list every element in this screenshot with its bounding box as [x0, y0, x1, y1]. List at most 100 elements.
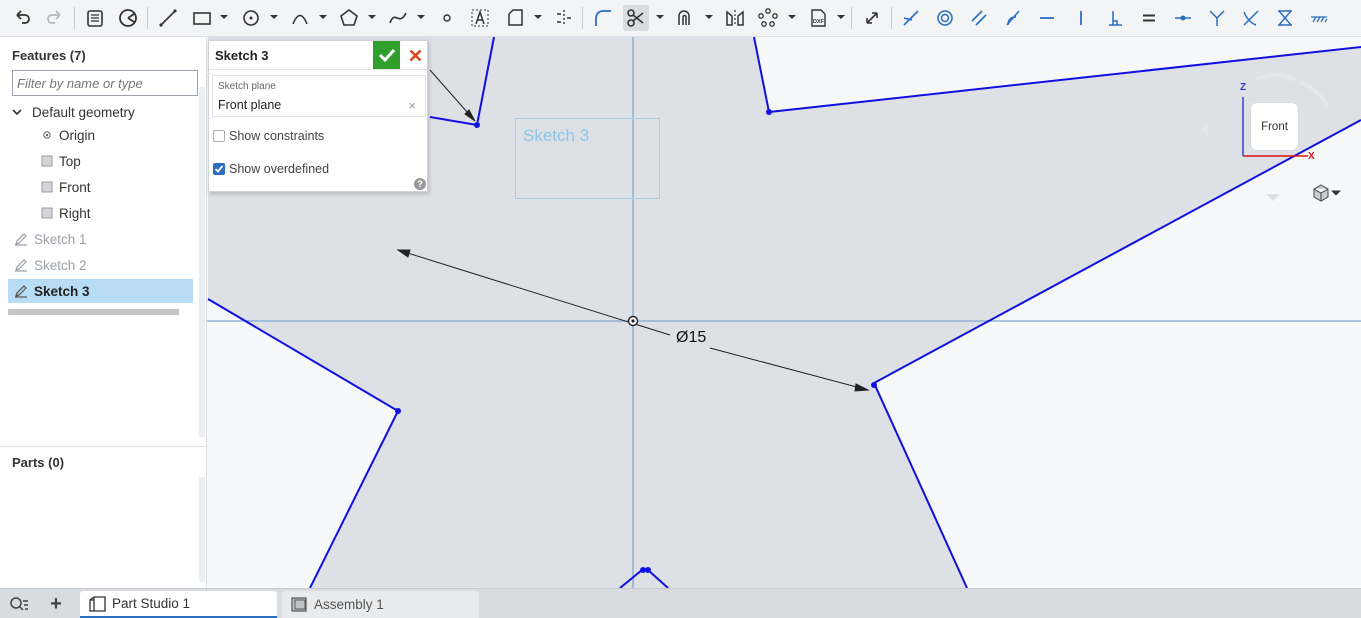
dimension-value-label[interactable]: Ø15 [674, 329, 709, 347]
trim-icon[interactable] [623, 5, 649, 31]
mirror-icon[interactable] [722, 5, 748, 31]
arc-tool-icon[interactable] [287, 5, 313, 31]
tree-item-sketch-3[interactable]: Sketch 3 [8, 279, 193, 303]
horizontal-icon[interactable] [1034, 5, 1060, 31]
tree-item-top[interactable]: Top [8, 149, 193, 173]
cancel-button[interactable] [402, 41, 428, 69]
tree-item-sketch-1[interactable]: Sketch 1 [8, 227, 193, 251]
accept-button[interactable] [373, 41, 400, 69]
midpoint-icon[interactable] [1170, 5, 1196, 31]
axis-x-label: X [1308, 151, 1315, 162]
tab-assembly[interactable]: Assembly 1 [282, 591, 479, 618]
chevron-down-icon[interactable] [220, 13, 228, 21]
sketch-toolbar: DXF [0, 0, 1361, 37]
toolbar-separator [582, 7, 583, 29]
midpoint-line-icon[interactable] [551, 5, 577, 31]
construction-icon[interactable] [502, 5, 528, 31]
chevron-down-icon[interactable] [788, 13, 796, 21]
dxf-import-icon[interactable]: DXF [805, 5, 831, 31]
sketch-plane-field[interactable]: Sketch plane Front plane × [212, 75, 426, 117]
undo-icon[interactable] [9, 5, 35, 31]
dxf-label: DXF [813, 19, 825, 25]
chevron-down-icon[interactable] [270, 13, 278, 21]
line-tool-icon[interactable] [155, 5, 181, 31]
tangent-icon[interactable] [1000, 5, 1026, 31]
add-tab-button[interactable]: + [46, 594, 66, 614]
cube-face-front[interactable]: Front [1251, 103, 1298, 150]
normal-icon[interactable] [1204, 5, 1230, 31]
chevron-down-icon[interactable] [534, 13, 542, 21]
chevron-down-icon[interactable] [8, 103, 26, 121]
sketch-point[interactable] [766, 109, 772, 115]
pattern-icon[interactable] [755, 5, 781, 31]
show-constraints-label: Show constraints [229, 129, 325, 143]
polygon-tool-icon[interactable] [336, 5, 362, 31]
origin-dot [631, 319, 635, 323]
tree-horizontal-scrollbar[interactable] [8, 309, 179, 315]
finish-sketch-icon[interactable] [82, 5, 108, 31]
point-tool-icon[interactable] [434, 5, 460, 31]
tree-item-default-geometry[interactable]: Default geometry [8, 100, 193, 124]
pierce-icon[interactable] [1238, 5, 1264, 31]
parallel-icon[interactable] [966, 5, 992, 31]
checkbox-box[interactable] [213, 130, 225, 142]
chevron-down-icon[interactable] [417, 13, 425, 21]
chevron-down-icon[interactable] [656, 13, 664, 21]
circle-tool-icon[interactable] [238, 5, 264, 31]
feature-filter[interactable] [12, 70, 198, 96]
sketch-point[interactable] [395, 408, 401, 414]
toolbar-separator [891, 7, 892, 29]
panel-divider[interactable] [0, 446, 207, 447]
symmetric-icon[interactable] [1272, 5, 1298, 31]
chevron-down-icon[interactable] [837, 13, 845, 21]
checkbox-box-checked[interactable] [213, 163, 225, 175]
dimension-icon[interactable] [859, 5, 885, 31]
toolbar-separator [851, 7, 852, 29]
sketch-point[interactable] [474, 122, 480, 128]
vertical-icon[interactable] [1068, 5, 1094, 31]
features-title: Features (7) [12, 48, 86, 63]
chevron-down-icon[interactable] [319, 13, 327, 21]
help-icon[interactable]: ? [414, 178, 426, 190]
tab-list-icon [10, 597, 28, 611]
sketch-point[interactable] [645, 567, 651, 573]
plane-icon [38, 178, 56, 196]
perpendicular-icon[interactable] [1102, 5, 1128, 31]
sketch-palette-icon[interactable] [115, 5, 141, 31]
coincident-icon[interactable] [898, 5, 924, 31]
show-overdefined-checkbox[interactable]: Show overdefined [213, 162, 329, 176]
fillet-icon[interactable] [590, 5, 616, 31]
tree-item-sketch-2[interactable]: Sketch 2 [8, 253, 193, 277]
tree-item-label: Top [59, 153, 81, 169]
sketch-icon [12, 230, 30, 248]
document-tab-bar: + Part Studio 1 Assembly 1 [0, 588, 1361, 618]
view-mode-button[interactable] [1305, 182, 1347, 204]
tab-list-filter-button[interactable] [9, 595, 29, 613]
parts-list-scrollbar[interactable] [199, 477, 205, 582]
rectangle-tool-icon[interactable] [189, 5, 215, 31]
toolbar-separator [147, 7, 148, 29]
sketch-plane-value[interactable]: Front plane [218, 98, 281, 112]
tree-item-front[interactable]: Front [8, 175, 193, 199]
tab-part-studio[interactable]: Part Studio 1 [80, 591, 277, 618]
tree-item-label: Sketch 3 [34, 283, 90, 299]
tree-item-origin[interactable]: Origin [8, 123, 193, 147]
dialog-title: Sketch 3 [215, 48, 269, 63]
sketch-point[interactable] [871, 382, 877, 388]
chevron-down-icon[interactable] [705, 13, 713, 21]
feature-list-scrollbar[interactable] [199, 87, 205, 437]
check-icon [378, 48, 395, 63]
show-constraints-checkbox[interactable]: Show constraints [213, 129, 324, 143]
tree-item-right[interactable]: Right [8, 201, 193, 225]
chevron-down-icon[interactable] [368, 13, 376, 21]
concentric-icon[interactable] [932, 5, 958, 31]
redo-icon[interactable] [42, 5, 68, 31]
equal-icon[interactable] [1136, 5, 1162, 31]
offset-icon[interactable] [673, 5, 699, 31]
fix-icon[interactable] [1306, 5, 1332, 31]
feature-filter-input[interactable] [13, 71, 197, 95]
text-tool-icon[interactable] [467, 5, 493, 31]
clear-icon[interactable]: × [408, 98, 416, 113]
chevron-down-icon[interactable] [1331, 188, 1341, 198]
spline-tool-icon[interactable] [385, 5, 411, 31]
